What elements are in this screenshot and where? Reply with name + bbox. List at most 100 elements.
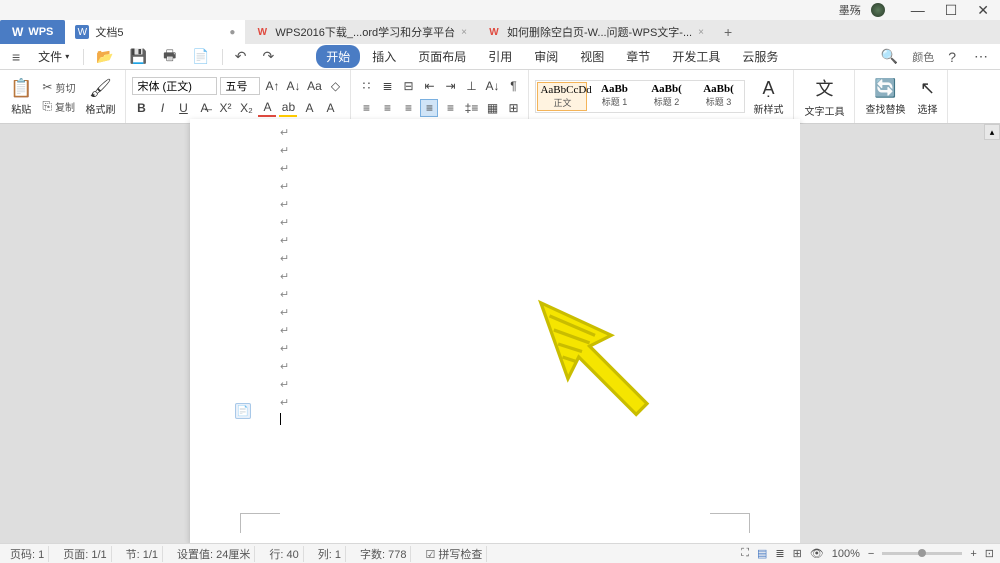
app-tab[interactable]: W WPS	[0, 20, 65, 44]
hamburger-icon[interactable]: ≡	[8, 47, 24, 67]
ribbon-tab-devtools[interactable]: 开发工具	[662, 45, 730, 68]
highlight-button[interactable]: ab	[279, 99, 297, 117]
close-icon[interactable]: ×	[698, 27, 704, 38]
ribbon-tab-references[interactable]: 引用	[478, 45, 522, 68]
document-tab-label: 如何删除空白页-W...问题-WPS文字-...	[507, 24, 692, 40]
reading-icon[interactable]: 👁	[810, 547, 824, 560]
char-border-button[interactable]: A	[321, 99, 339, 117]
search-icon[interactable]: 🔍	[877, 46, 902, 67]
document-tab-1[interactable]: W 文档5 ●	[65, 20, 245, 44]
fit-page-icon[interactable]: ⊡	[985, 547, 994, 560]
char-shading-button[interactable]: A	[300, 99, 318, 117]
status-page-number[interactable]: 页码: 1	[6, 546, 49, 562]
document-tab-2[interactable]: W WPS2016下载_...ord学习和分享平台 ×	[245, 20, 477, 44]
align-right-button[interactable]: ≡	[399, 99, 417, 117]
document-page[interactable]: ↵↵↵↵↵ ↵↵↵↵↵ ↵↵↵↵↵↵ 📄	[190, 119, 800, 543]
ribbon-tab-start[interactable]: 开始	[316, 45, 360, 68]
paste-button[interactable]: 📋粘贴	[6, 76, 36, 118]
line-spacing-button[interactable]: ‡≡	[462, 99, 480, 117]
web-layout-icon[interactable]: ⊞	[793, 547, 802, 560]
paste-options-floater[interactable]: 📄	[235, 403, 251, 419]
status-words[interactable]: 字数: 778	[356, 546, 411, 562]
print-icon[interactable]: 🖶	[159, 43, 180, 71]
multilevel-button[interactable]: ⊟	[399, 77, 417, 95]
decrease-indent-button[interactable]: ⇤	[420, 77, 438, 95]
increase-indent-button[interactable]: ⇥	[441, 77, 459, 95]
change-case-icon[interactable]: Aa	[305, 77, 323, 95]
copy-button[interactable]: ⎘复制	[40, 98, 77, 115]
subscript-button[interactable]: X₂	[237, 99, 255, 117]
show-marks-button[interactable]: ¶	[504, 77, 522, 95]
font-size-select[interactable]	[220, 77, 260, 95]
italic-button[interactable]: I	[153, 99, 171, 117]
ribbon-tab-view[interactable]: 视图	[570, 45, 614, 68]
status-spellcheck[interactable]: ☑ 拼写检查	[421, 546, 487, 562]
new-style-button[interactable]: Ạ新样式	[749, 76, 787, 118]
bold-button[interactable]: B	[132, 99, 150, 117]
status-row[interactable]: 行: 40	[265, 546, 303, 562]
zoom-slider[interactable]	[882, 552, 962, 555]
color-label[interactable]: 颜色	[912, 49, 934, 65]
print-preview-icon[interactable]: 📄	[188, 46, 213, 67]
underline-button[interactable]: U	[174, 99, 192, 117]
borders-button[interactable]: ⊞	[504, 99, 522, 117]
status-setval[interactable]: 设置值: 24厘米	[173, 546, 255, 562]
grow-font-icon[interactable]: A↑	[263, 77, 281, 95]
shading-button[interactable]: ▦	[483, 99, 501, 117]
font-name-select[interactable]	[132, 77, 217, 95]
document-tab-3[interactable]: W 如何删除空白页-W...问题-WPS文字-... ×	[477, 20, 714, 44]
status-page[interactable]: 页面: 1/1	[59, 546, 111, 562]
add-tab-button[interactable]: +	[714, 20, 742, 44]
tab-stops-button[interactable]: ⊥	[462, 77, 480, 95]
zoom-level[interactable]: 100%	[832, 548, 860, 560]
superscript-button[interactable]: X²	[216, 99, 234, 117]
file-menu[interactable]: 文件▾	[32, 48, 75, 65]
style-heading1[interactable]: AaBb标题 1	[589, 82, 639, 111]
minimize-button[interactable]: —	[905, 2, 931, 19]
align-justify-button[interactable]: ≡	[420, 99, 438, 117]
cut-button[interactable]: ✂剪切	[40, 79, 77, 96]
undo-icon[interactable]: ↶	[231, 46, 251, 67]
outline-icon[interactable]: ≣	[775, 547, 784, 560]
ribbon-tab-review[interactable]: 审阅	[524, 45, 568, 68]
clear-format-icon[interactable]: ◇	[326, 77, 344, 95]
collapse-ribbon-icon[interactable]: ⋯	[970, 46, 992, 67]
ribbon-tab-insert[interactable]: 插入	[362, 45, 406, 68]
numbering-button[interactable]: ≣	[378, 77, 396, 95]
redo-icon[interactable]: ↷	[258, 46, 278, 67]
print-layout-icon[interactable]: ▤	[757, 547, 767, 560]
help-icon[interactable]: ?	[944, 47, 960, 67]
find-replace-button[interactable]: 🔄查找替换	[861, 76, 909, 118]
save-icon[interactable]: 💾	[126, 46, 151, 67]
align-left-button[interactable]: ≡	[357, 99, 375, 117]
strike-button[interactable]: A̶	[195, 99, 213, 117]
zoom-out-button[interactable]: −	[868, 548, 874, 560]
format-painter-button[interactable]: 🖌格式刷	[81, 76, 119, 118]
text-tool-button[interactable]: 文文字工具	[800, 73, 848, 120]
style-normal[interactable]: AaBbCcDd正文	[537, 82, 587, 111]
open-icon[interactable]: 📂	[92, 46, 117, 67]
style-heading3[interactable]: AaBb(标题 3	[693, 82, 743, 111]
ribbon-tab-layout[interactable]: 页面布局	[408, 45, 476, 68]
close-button[interactable]: ✕	[971, 2, 995, 19]
sort-button[interactable]: A↓	[483, 77, 501, 95]
close-icon[interactable]: ×	[461, 27, 467, 38]
ribbon-tab-section[interactable]: 章节	[616, 45, 660, 68]
bullets-button[interactable]: ∷	[357, 77, 375, 95]
user-avatar[interactable]	[871, 3, 885, 17]
maximize-button[interactable]: ☐	[939, 2, 964, 19]
styles-gallery[interactable]: AaBbCcDd正文 AaBb标题 1 AaBb(标题 2 AaBb(标题 3	[535, 80, 745, 113]
paragraph-marks: ↵↵↵↵↵ ↵↵↵↵↵ ↵↵↵↵↵↵	[280, 124, 289, 412]
shrink-font-icon[interactable]: A↓	[284, 77, 302, 95]
align-distribute-button[interactable]: ≡	[441, 99, 459, 117]
fullscreen-icon[interactable]: ⛶	[741, 547, 749, 560]
ribbon-tab-cloud[interactable]: 云服务	[732, 45, 788, 68]
status-col[interactable]: 列: 1	[314, 546, 346, 562]
zoom-in-button[interactable]: +	[970, 548, 976, 560]
status-section[interactable]: 节: 1/1	[122, 546, 163, 562]
align-center-button[interactable]: ≡	[378, 99, 396, 117]
scroll-up-button[interactable]: ▴	[984, 124, 1000, 140]
style-heading2[interactable]: AaBb(标题 2	[641, 82, 691, 111]
font-color-button[interactable]: A	[258, 99, 276, 117]
select-button[interactable]: ↖选择	[913, 76, 941, 118]
